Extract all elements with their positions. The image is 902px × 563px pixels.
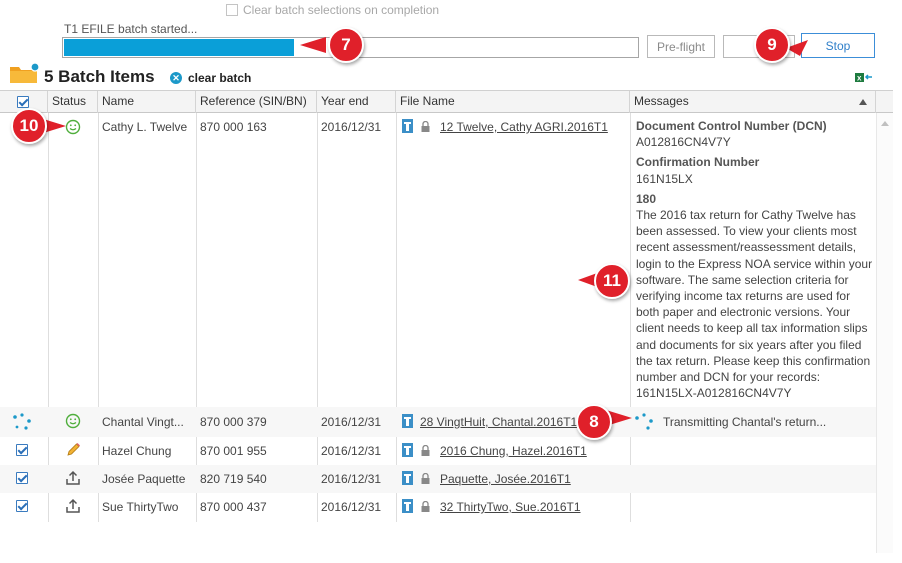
upload-icon	[66, 470, 80, 485]
batch-grid: Status Name Reference (SIN/BN) Year end …	[0, 90, 893, 522]
row-file-link[interactable]: 32 ThirtyTwo, Sue.2016T1	[440, 500, 581, 514]
callout-9: 9	[754, 27, 790, 63]
table-row[interactable]: Chantal Vingt... 870 000 379 2016/12/31 …	[0, 407, 876, 437]
smiley-icon	[65, 413, 81, 429]
row-reference: 870 000 437	[200, 500, 267, 514]
column-header-status[interactable]: Status	[48, 91, 98, 113]
confirmation-label: Confirmation Number	[636, 155, 760, 170]
row-year-end: 2016/12/31	[321, 472, 382, 486]
row-name: Sue ThirtyTwo	[102, 500, 179, 514]
row-file-link[interactable]: 28 VingtHuit, Chantal.2016T1	[420, 415, 577, 429]
row-checkbox[interactable]	[16, 472, 28, 484]
lock-icon	[421, 121, 430, 132]
table-row[interactable]: Hazel Chung 870 001 955 2016/12/31 2016 …	[0, 437, 876, 465]
row-file-link[interactable]: 2016 Chung, Hazel.2016T1	[440, 444, 587, 458]
lock-icon	[421, 473, 430, 484]
scroll-up-icon[interactable]	[881, 121, 889, 126]
batch-status-text: T1 EFILE batch started...	[64, 22, 198, 36]
callout-11: 11	[594, 263, 630, 299]
message-code: 180	[636, 191, 657, 206]
clear-batch-label: clear batch	[188, 71, 252, 85]
spinner-icon	[13, 413, 31, 430]
column-header-file-name[interactable]: File Name	[396, 91, 630, 113]
lock-icon	[421, 501, 430, 512]
row-file-link[interactable]: Paquette, Josée.2016T1	[440, 472, 571, 486]
sort-ascending-icon	[859, 99, 867, 105]
row-name: Hazel Chung	[102, 444, 172, 458]
clear-selections-option[interactable]: Clear batch selections on completion	[226, 3, 439, 17]
row-messages: Document Control Number (DCN) A012816CN4…	[636, 118, 876, 401]
row-name: Chantal Vingt...	[102, 415, 184, 429]
smiley-icon	[65, 119, 81, 135]
select-all-checkbox[interactable]	[17, 96, 29, 108]
upload-icon	[66, 498, 80, 513]
batch-folder-icon	[10, 62, 39, 83]
batch-items-title: 5 Batch Items	[44, 67, 155, 86]
vertical-scrollbar[interactable]	[876, 113, 893, 553]
row-reference: 870 001 955	[200, 444, 267, 458]
callout-7-pointer	[300, 37, 326, 53]
tax-file-icon	[402, 414, 413, 428]
progress-fill	[64, 39, 294, 56]
tax-file-icon	[402, 499, 413, 513]
lock-icon	[421, 445, 430, 456]
clear-selections-checkbox[interactable]	[226, 4, 238, 16]
row-name: Cathy L. Twelve	[102, 120, 188, 134]
stop-button[interactable]: Stop	[801, 33, 875, 58]
clear-batch-link[interactable]: ✕ clear batch	[170, 71, 251, 85]
confirmation-value: 161N15LX	[636, 171, 693, 186]
row-checkbox[interactable]	[16, 500, 28, 512]
callout-7: 7	[328, 27, 364, 63]
row-year-end: 2016/12/31	[321, 415, 382, 429]
row-year-end: 2016/12/31	[321, 444, 382, 458]
row-reference: 870 000 379	[200, 415, 267, 429]
column-header-year-end[interactable]: Year end	[317, 91, 396, 113]
row-checkbox[interactable]	[16, 444, 28, 456]
column-header-reference[interactable]: Reference (SIN/BN)	[196, 91, 317, 113]
clear-selections-label: Clear batch selections on completion	[243, 3, 440, 17]
grid-header: Status Name Reference (SIN/BN) Year end …	[0, 91, 893, 113]
dcn-label: Document Control Number (DCN)	[636, 119, 827, 133]
table-row[interactable]: Josée Paquette 820 719 540 2016/12/31 Pa…	[0, 465, 876, 493]
callout-8: 8	[576, 404, 612, 440]
tax-file-icon	[402, 119, 413, 133]
spinner-icon	[635, 413, 653, 430]
tax-file-icon	[402, 471, 413, 485]
preflight-button[interactable]: Pre-flight	[647, 35, 715, 58]
tax-file-icon	[402, 443, 413, 457]
clear-batch-icon: ✕	[170, 72, 182, 84]
row-file-link[interactable]: 12 Twelve, Cathy AGRI.2016T1	[440, 120, 608, 134]
column-header-messages[interactable]: Messages	[630, 91, 876, 113]
row-reference: 870 000 163	[200, 120, 267, 134]
row-message: Transmitting Chantal's return...	[663, 415, 827, 429]
svg-text:x: x	[857, 74, 862, 83]
row-name: Josée Paquette	[102, 472, 186, 486]
message-body: The 2016 tax return for Cathy Twelve has…	[636, 208, 873, 401]
table-row[interactable]: Cathy L. Twelve 870 000 163 2016/12/31 1…	[0, 114, 876, 407]
pencil-icon	[67, 443, 80, 456]
row-year-end: 2016/12/31	[321, 120, 382, 134]
callout-10: 10	[11, 108, 47, 144]
export-excel-icon[interactable]: x	[855, 70, 873, 84]
dcn-value: A012816CN4V7Y	[636, 135, 731, 150]
column-header-name[interactable]: Name	[98, 91, 196, 113]
column-header-messages-label: Messages	[634, 94, 689, 108]
row-reference: 820 719 540	[200, 472, 267, 486]
row-year-end: 2016/12/31	[321, 500, 382, 514]
table-row[interactable]: Sue ThirtyTwo 870 000 437 2016/12/31 32 …	[0, 493, 876, 521]
